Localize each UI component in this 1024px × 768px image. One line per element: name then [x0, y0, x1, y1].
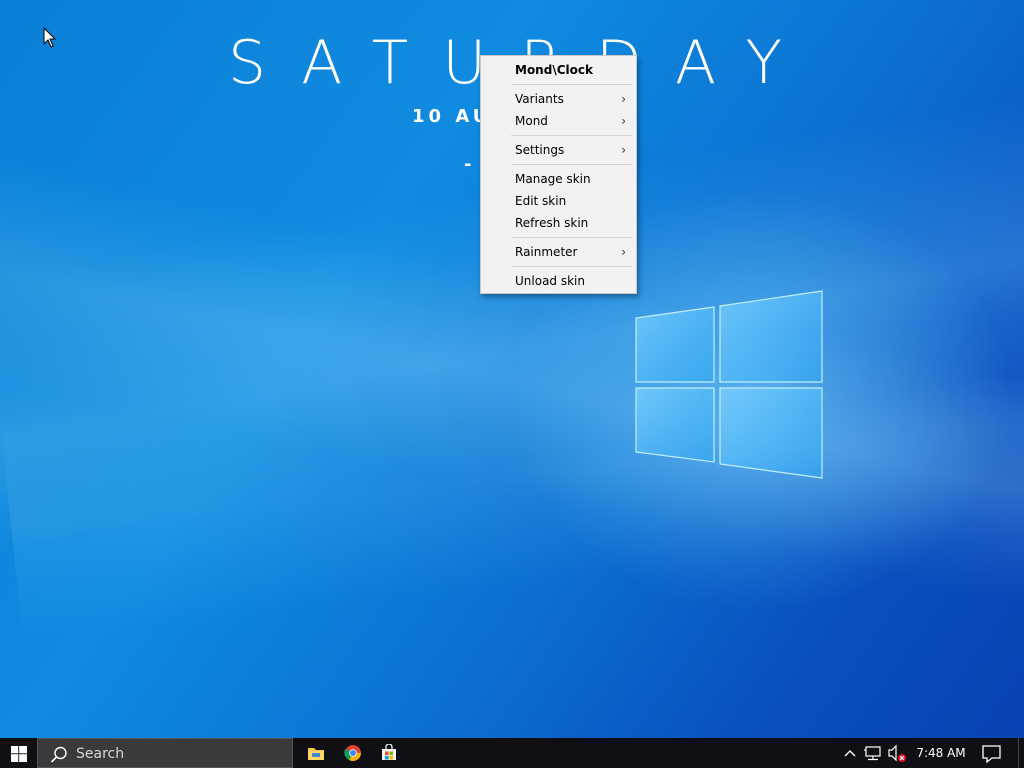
network-icon [864, 746, 881, 761]
tray-clock[interactable]: 7:48 AM [912, 738, 970, 768]
mouse-cursor-icon [43, 27, 57, 48]
volume-muted-icon [888, 744, 906, 762]
menu-item-label: Manage skin [515, 172, 591, 186]
skin-context-menu: Mond\Clock Variants › Mond › Settings › … [480, 55, 637, 294]
menu-item-label: Refresh skin [515, 216, 589, 230]
action-center-button[interactable] [978, 738, 1006, 768]
wallpaper-windows-logo [635, 290, 823, 479]
taskbar: Search 7:48 AM [0, 738, 1024, 768]
windows-logo-icon [11, 746, 27, 762]
taskbar-chrome[interactable] [334, 738, 370, 768]
menu-item-refresh-skin[interactable]: Refresh skin [481, 212, 636, 234]
taskbar-microsoft-store[interactable] [370, 738, 406, 768]
menu-item-mond[interactable]: Mond › [481, 110, 636, 132]
taskbar-file-explorer[interactable] [297, 738, 333, 768]
menu-item-label: Settings [515, 143, 565, 157]
folder-icon [308, 748, 324, 760]
chevron-right-icon: › [621, 245, 626, 259]
menu-item-label: Variants [515, 92, 564, 106]
tray-network-button[interactable] [863, 738, 883, 768]
menu-item-variants[interactable]: Variants › [481, 88, 636, 110]
menu-separator [511, 84, 632, 85]
menu-item-rainmeter[interactable]: Rainmeter › [481, 241, 636, 263]
menu-separator [511, 164, 632, 165]
chevron-right-icon: › [621, 114, 626, 128]
search-placeholder: Search [76, 746, 125, 762]
menu-item-settings[interactable]: Settings › [481, 139, 636, 161]
chrome-icon [344, 745, 361, 761]
desktop[interactable]: SATURDAY 10 AUG - 0 Mond\Clock Variants … [0, 0, 1024, 738]
menu-title-label: Mond\Clock [515, 63, 593, 77]
menu-separator [511, 135, 632, 136]
taskbar-search-box[interactable]: Search [37, 738, 293, 768]
chevron-right-icon: › [621, 92, 626, 106]
store-icon [382, 744, 396, 760]
chevron-right-icon: › [621, 143, 626, 157]
tray-volume-button[interactable] [887, 738, 907, 768]
search-icon [50, 746, 67, 763]
menu-item-label: Unload skin [515, 274, 585, 288]
menu-item-unload-skin[interactable]: Unload skin [481, 270, 636, 292]
menu-item-label: Edit skin [515, 194, 567, 208]
menu-separator [511, 237, 632, 238]
menu-item-manage-skin[interactable]: Manage skin [481, 168, 636, 190]
menu-separator [511, 266, 632, 267]
menu-title-mond-clock[interactable]: Mond\Clock [481, 59, 636, 81]
menu-item-edit-skin[interactable]: Edit skin [481, 190, 636, 212]
tray-overflow-button[interactable] [841, 738, 859, 768]
menu-item-label: Rainmeter [515, 245, 578, 259]
menu-item-label: Mond [515, 114, 548, 128]
action-center-icon [982, 745, 1001, 764]
start-button[interactable] [0, 738, 37, 768]
show-desktop-button[interactable] [1018, 738, 1024, 768]
chevron-up-icon [844, 750, 856, 757]
